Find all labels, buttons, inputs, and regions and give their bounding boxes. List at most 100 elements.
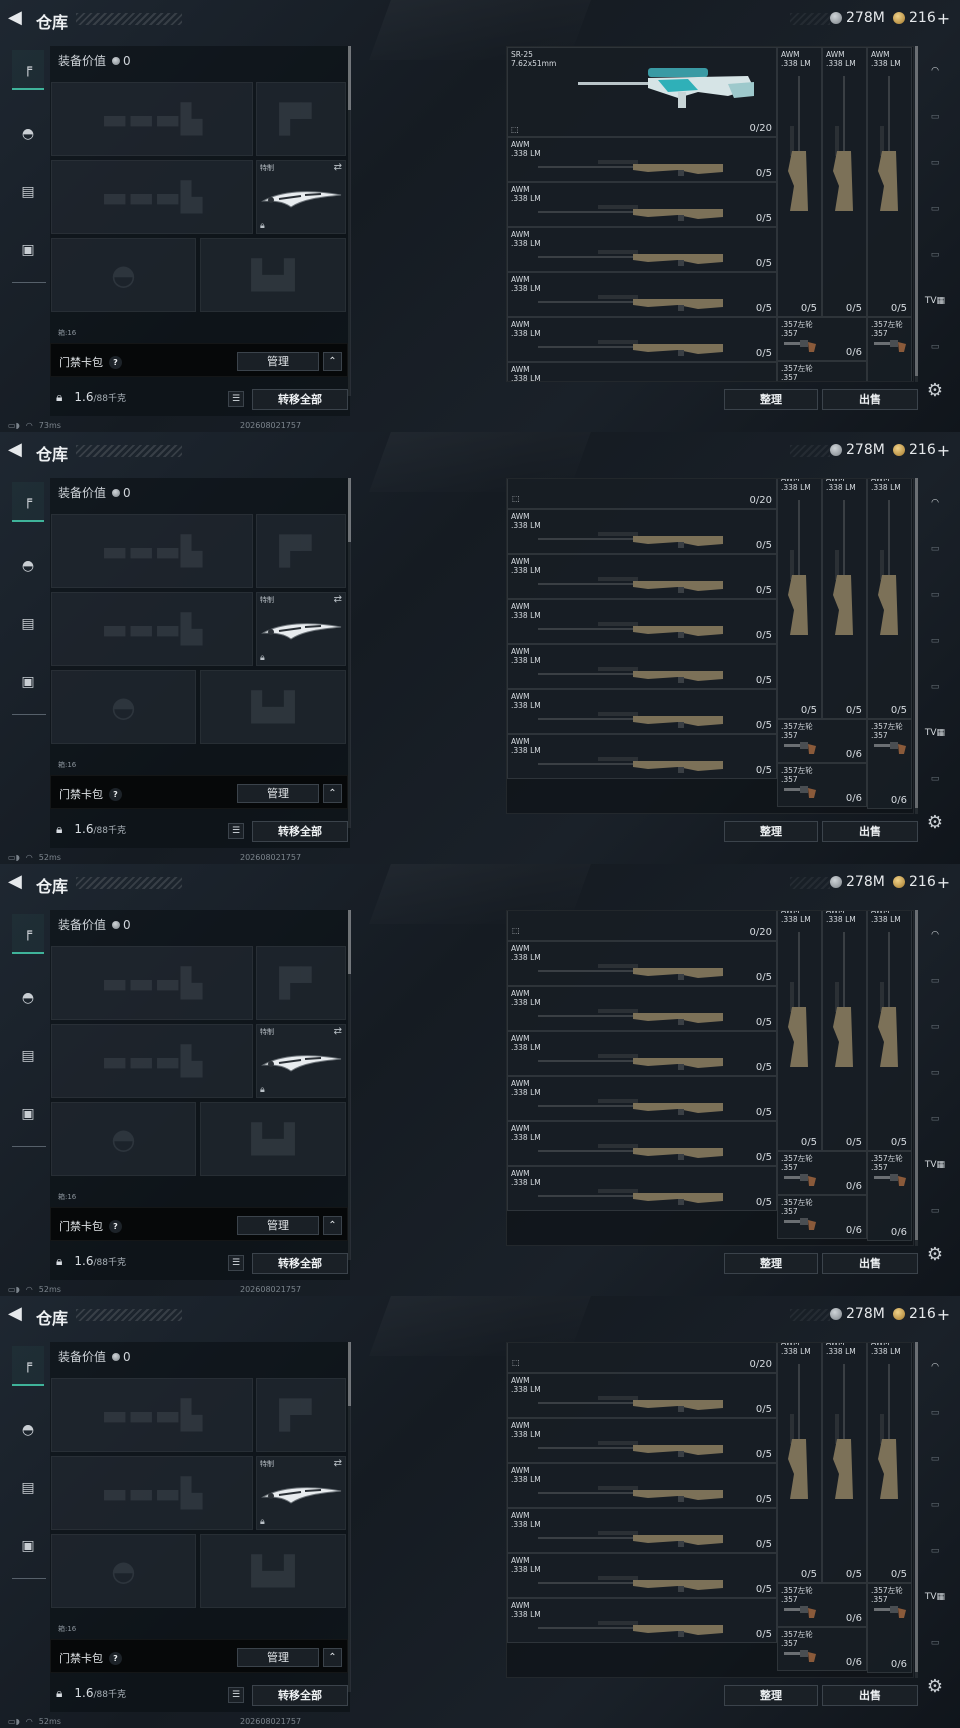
knife-slot[interactable]: 特制 ⇄ 🔒︎ — [256, 1456, 346, 1530]
tv-add-icon[interactable]: ▭ — [922, 1014, 948, 1040]
awm-vertical-cell[interactable]: AWM .338 LM 0/5 — [777, 479, 822, 719]
armor-slot[interactable]: ▙▟ — [200, 1534, 346, 1608]
awm-cell[interactable]: AWM .338 LM 0/5 — [507, 599, 777, 644]
sort-button[interactable]: 整理 — [724, 1253, 818, 1274]
gold-currency[interactable]: 216 + — [893, 872, 950, 892]
partial-top-cell[interactable]: ⬚ 0/20 — [507, 479, 777, 509]
gear-icon[interactable]: ⚙ — [924, 812, 946, 834]
armor-slot[interactable]: ▙▟ — [200, 1102, 346, 1176]
awm-cell[interactable]: AWM .338 LM 0/5 — [507, 1031, 777, 1076]
tv-icon[interactable]: ▭ — [922, 1400, 948, 1426]
nav-clipboard[interactable]: ▤ — [12, 1468, 44, 1508]
nav-pistol[interactable]: ╒ — [12, 50, 44, 90]
tv-icon[interactable]: ▭ — [922, 104, 948, 130]
tv-add-icon[interactable]: ▭ — [922, 150, 948, 176]
primary-weapon-slot[interactable]: ▬▬▬▙ — [51, 82, 253, 156]
nav-briefcase[interactable]: ▣ — [12, 1526, 44, 1566]
nav-helmet[interactable]: ◓ — [12, 114, 44, 154]
tv-add-icon[interactable]: ▭ — [922, 582, 948, 608]
revolver-vertical-cell[interactable]: .357左轮 .3570/6 — [867, 317, 912, 381]
awm-cell[interactable]: AWM .338 LM 0/5 — [507, 272, 777, 317]
nav-helmet[interactable]: ◓ — [12, 1410, 44, 1450]
nav-clipboard[interactable]: ▤ — [12, 172, 44, 212]
secondary-weapon-slot[interactable]: ▬▬▬▙ — [51, 1456, 253, 1530]
tv-icon[interactable]: ▭ — [922, 1198, 948, 1224]
hood-icon[interactable]: ◠ — [922, 1354, 948, 1380]
sell-button[interactable]: 出售 — [822, 1685, 918, 1706]
hood-icon[interactable]: ◠ — [922, 58, 948, 84]
revolver-vertical-cell[interactable]: .357左轮 .3570/6 — [867, 1151, 912, 1241]
awm-vertical-cell[interactable]: AWM .338 LM 0/5 — [867, 479, 912, 719]
pistol-slot[interactable]: ▛▘ — [256, 1378, 346, 1452]
awm-vertical-cell[interactable]: AWM .338 LM 0/5 — [777, 911, 822, 1151]
awm-cell[interactable]: AWM .338 LM 0/5 — [507, 227, 777, 272]
primary-weapon-slot[interactable]: ▬▬▬▙ — [51, 514, 253, 588]
tv-icon[interactable]: ▭ — [922, 1492, 948, 1518]
transfer-all-button[interactable]: 转移全部 — [252, 1685, 348, 1706]
secondary-weapon-slot[interactable]: ▬▬▬▙ — [51, 1024, 253, 1098]
armor-slot[interactable]: ▙▟ — [200, 238, 346, 312]
awm-vertical-cell[interactable]: AWM .338 LM 0/5 — [822, 47, 867, 317]
sell-button[interactable]: 出售 — [822, 821, 918, 842]
tv-add-icon[interactable]: ▭ — [922, 1446, 948, 1472]
awm-vertical-cell[interactable]: AWM .338 LM 0/5 — [777, 1343, 822, 1583]
help-icon[interactable]: ? — [109, 355, 122, 369]
awm-cell[interactable]: AWM .338 LM 0/5 — [507, 1373, 777, 1418]
awm-cell[interactable]: AWM .338 LM 0/5 — [507, 554, 777, 599]
sort-button[interactable]: 整理 — [724, 389, 818, 410]
awm-cell[interactable]: AWM .338 LM 0/5 — [507, 734, 777, 779]
nav-briefcase[interactable]: ▣ — [12, 1094, 44, 1134]
manage-button[interactable]: 管理 — [237, 1216, 319, 1235]
tv-icon[interactable]: ▭ — [922, 334, 948, 360]
secondary-weapon-slot[interactable]: ▬▬▬▙ — [51, 592, 253, 666]
helmet-slot[interactable]: ◓ — [51, 1534, 196, 1608]
help-icon[interactable]: ? — [109, 1219, 122, 1233]
nav-briefcase[interactable]: ▣ — [12, 662, 44, 702]
hood-icon[interactable]: ◠ — [922, 490, 948, 516]
tv-icon[interactable]: ▭ — [922, 242, 948, 268]
revolver-cell[interactable]: .357左轮 .357 0/6 — [777, 1627, 867, 1671]
tv-main-icon[interactable]: TV▦ — [922, 288, 948, 314]
equipment-scrollbar[interactable] — [348, 910, 351, 1260]
revolver-cell[interactable]: .357左轮 .357 0/6 — [777, 317, 867, 361]
chevron-up-icon[interactable]: ⌃ — [323, 352, 342, 371]
helmet-slot[interactable]: ◓ — [51, 670, 196, 744]
revolver-cell[interactable]: .357左轮 .357 0/6 — [777, 1583, 867, 1627]
awm-cell[interactable]: AWM .338 LM 0/5 — [507, 1076, 777, 1121]
revolver-vertical-cell[interactable]: .357左轮 .3570/6 — [867, 1583, 912, 1673]
armor-slot[interactable]: ▙▟ — [200, 670, 346, 744]
awm-cell[interactable]: AWM .338 LM 0/5 — [507, 1598, 777, 1643]
awm-cell[interactable]: AWM .338 LM 0/5 — [507, 689, 777, 734]
list-icon[interactable]: ☰ — [228, 823, 244, 839]
help-icon[interactable]: ? — [109, 1651, 122, 1665]
helmet-slot[interactable]: ◓ — [51, 1102, 196, 1176]
awm-cell[interactable]: AWM .338 LM 0/5 — [507, 1418, 777, 1463]
gold-currency[interactable]: 216 + — [893, 8, 950, 28]
hood-icon[interactable]: ◠ — [922, 922, 948, 948]
stash-scrollbar[interactable] — [915, 910, 918, 1246]
sr25-cell[interactable]: SR-25 7.62x51mm 0/20 — [507, 47, 777, 137]
pistol-slot[interactable]: ▛▘ — [256, 946, 346, 1020]
equipment-scrollbar[interactable] — [348, 1342, 351, 1692]
stash-grid[interactable]: ⬚ 0/20 AWM .338 LM 0/5 AWM .338 LM 0/5 AWM .33… — [506, 910, 914, 1246]
gold-currency[interactable]: 216 + — [893, 1304, 950, 1324]
awm-cell[interactable]: AWM .338 LM 0/5 — [507, 1553, 777, 1598]
tv-main-icon[interactable]: TV▦ — [922, 720, 948, 746]
add-currency-icon[interactable]: + — [937, 9, 950, 28]
tv-icon[interactable]: ▭ — [922, 536, 948, 562]
back-arrow-icon[interactable]: ◀ — [8, 8, 28, 28]
stash-scrollbar[interactable] — [915, 478, 918, 814]
gear-icon[interactable]: ⚙ — [924, 1676, 946, 1698]
knife-slot[interactable]: 特制 ⇄ 🔒︎ — [256, 592, 346, 666]
stash-grid[interactable]: ⬚ 0/20 AWM .338 LM 0/5 AWM .338 LM 0/5 AWM .33… — [506, 1342, 914, 1678]
awm-cell[interactable]: AWM .338 LM 0/5 — [507, 509, 777, 554]
awm-cell[interactable]: AWM .338 LM 0/5 — [507, 941, 777, 986]
nav-pistol[interactable]: ╒ — [12, 1346, 44, 1386]
add-currency-icon[interactable]: + — [937, 873, 950, 892]
pistol-slot[interactable]: ▛▘ — [256, 82, 346, 156]
awm-cell[interactable]: AWM .338 LM 0/5 — [507, 137, 777, 182]
nav-briefcase[interactable]: ▣ — [12, 230, 44, 270]
awm-cell[interactable]: AWM .338 LM 0/5 — [507, 1463, 777, 1508]
secondary-weapon-slot[interactable]: ▬▬▬▙ — [51, 160, 253, 234]
awm-vertical-cell[interactable]: AWM .338 LM 0/5 — [867, 1343, 912, 1583]
